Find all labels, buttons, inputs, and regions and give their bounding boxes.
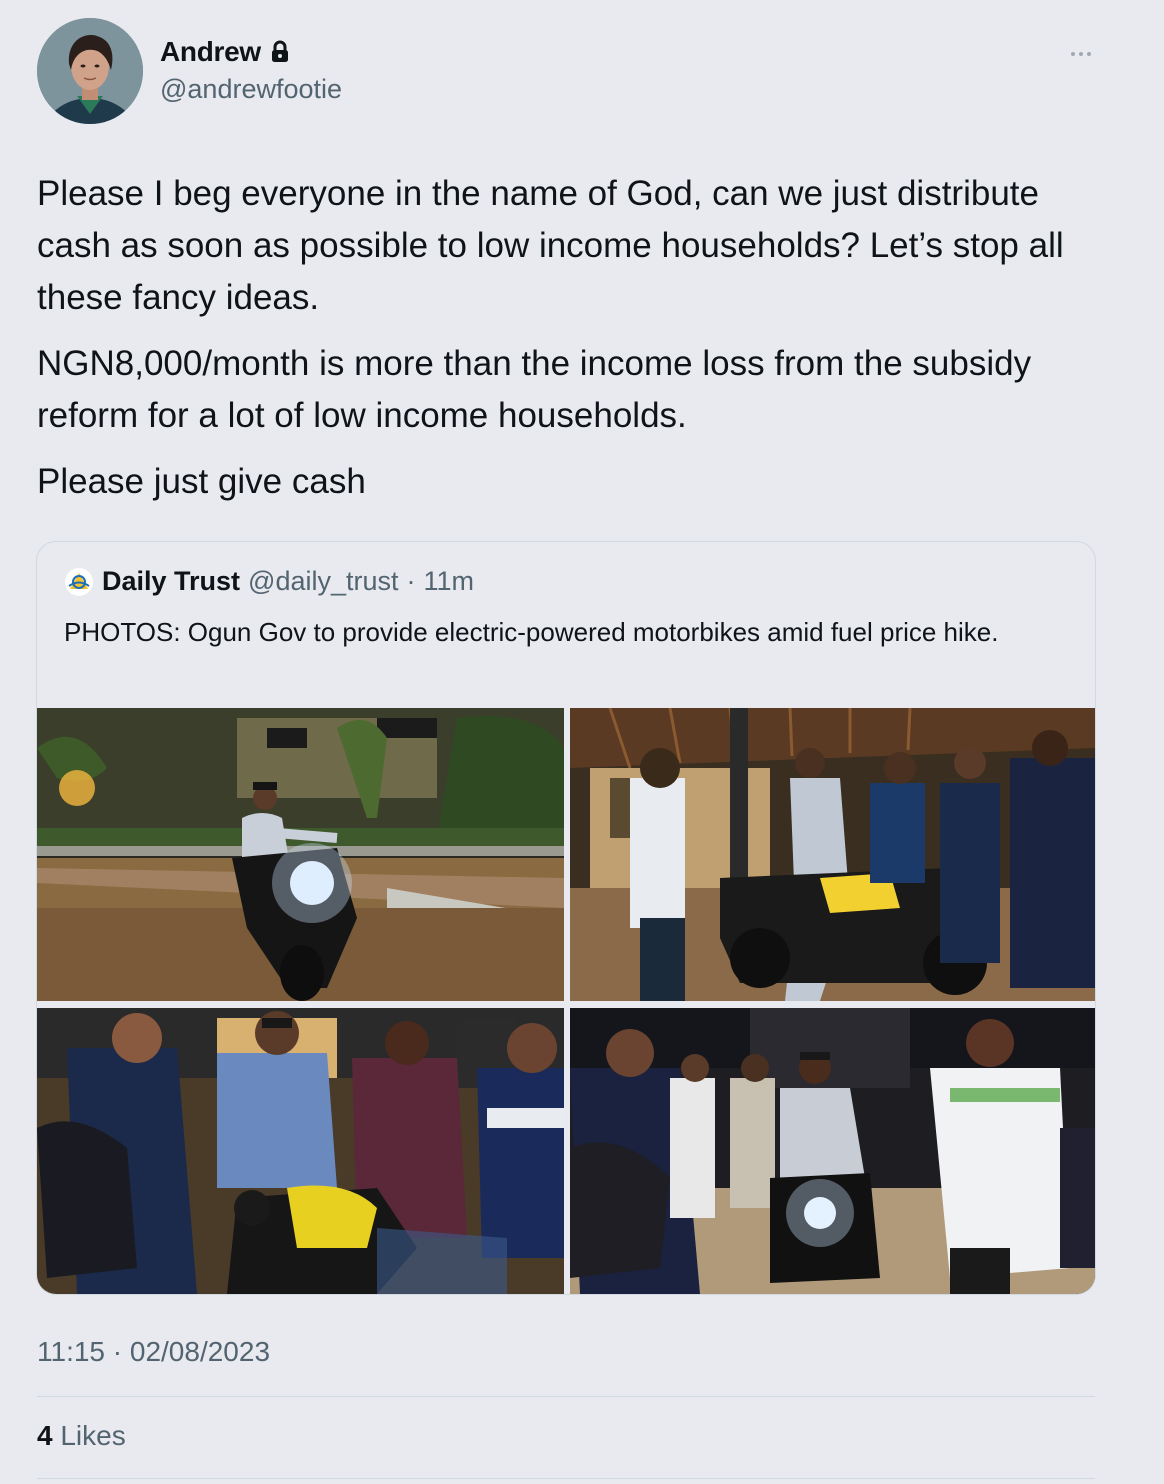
quoted-author-handle: @daily_trust — [248, 566, 399, 596]
likes-count: 4 — [37, 1420, 53, 1451]
tweet-timestamp[interactable]: 11:15 · 02/08/2023 — [37, 1336, 270, 1368]
divider — [37, 1396, 1095, 1397]
quoted-separator: · — [406, 566, 416, 596]
photo-grid — [37, 708, 1095, 1294]
likes-label: Likes — [60, 1420, 126, 1451]
photo-rider-headlight-crowd-icon — [570, 1008, 1095, 1294]
avatar[interactable] — [37, 18, 143, 124]
author-handle[interactable]: @andrewfootie — [160, 74, 342, 105]
quoted-author-name: Daily Trust — [102, 566, 241, 596]
lock-icon — [271, 40, 288, 62]
author-display-name[interactable]: Andrew — [160, 36, 261, 68]
photo-man-riding-motorbike-icon — [37, 708, 564, 1001]
profile-photo-icon — [37, 18, 143, 124]
more-options-icon[interactable] — [1068, 44, 1094, 64]
quoted-photo-3[interactable] — [37, 1008, 564, 1294]
tweet-paragraph: NGN8,000/month is more than the income l… — [37, 344, 1032, 435]
quoted-tweet-header: Daily Trust @daily_trust · 11m — [64, 566, 474, 597]
tweet-page: Andrew @andrewfootie Please I beg everyo… — [0, 0, 1164, 1484]
quoted-tweet-card[interactable]: Daily Trust @daily_trust · 11m PHOTOS: O… — [36, 541, 1096, 1295]
author-name-row: Andrew — [160, 36, 291, 68]
tweet-paragraph: Please I beg everyone in the name of God… — [37, 174, 1064, 317]
quoted-photo-1[interactable] — [37, 708, 564, 1001]
daily-trust-logo-icon — [65, 567, 93, 596]
quoted-photo-2[interactable] — [570, 708, 1095, 1001]
photo-officials-yellow-bike-icon — [37, 1008, 564, 1294]
quoted-photo-4[interactable] — [570, 1008, 1095, 1294]
quoted-tweet-text: PHOTOS: Ogun Gov to provide electric-pow… — [64, 617, 999, 647]
photo-group-around-motorbike-icon — [570, 708, 1095, 1001]
likes-stat[interactable]: 4 Likes — [37, 1420, 126, 1452]
divider — [37, 1478, 1095, 1479]
tweet-text: Please I beg everyone in the name of God… — [37, 168, 1097, 522]
quoted-time: 11m — [423, 566, 475, 596]
tweet-paragraph: Please just give cash — [37, 462, 366, 501]
